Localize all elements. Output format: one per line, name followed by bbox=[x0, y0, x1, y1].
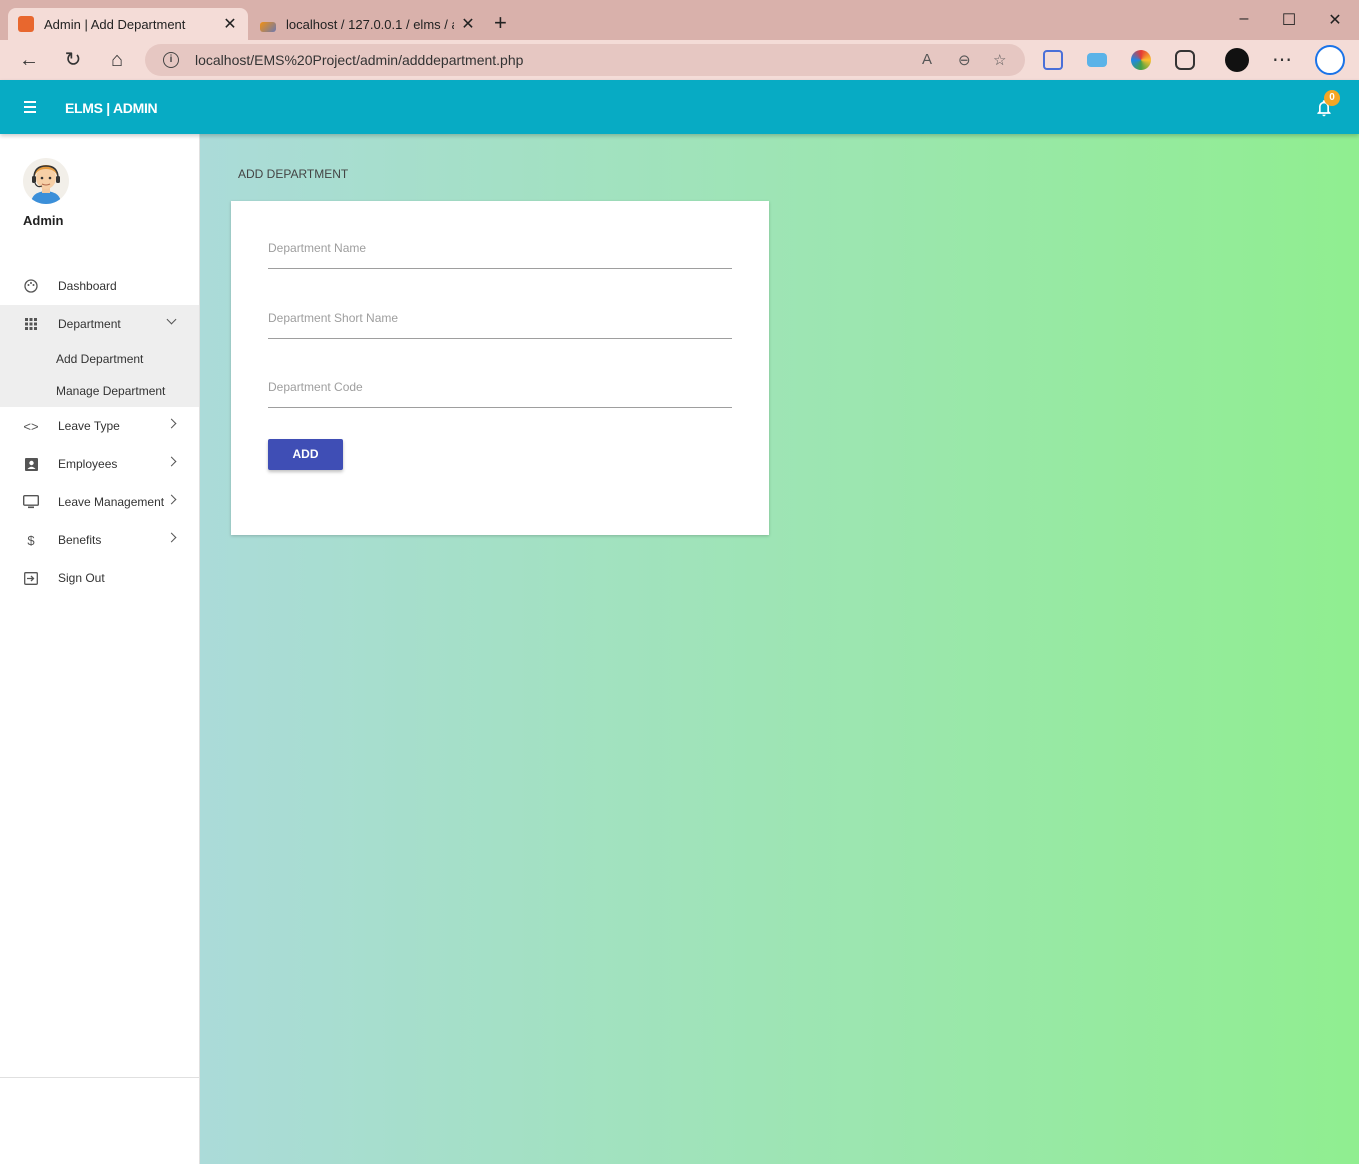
department-code-field[interactable]: Department Code bbox=[268, 372, 732, 408]
more-icon[interactable]: ⋯ bbox=[1268, 48, 1296, 72]
sidebar-subitem-add-department[interactable]: Add Department bbox=[0, 343, 199, 375]
close-tab-icon[interactable]: ✕ bbox=[460, 14, 476, 34]
phpmyadmin-favicon-icon bbox=[260, 22, 276, 32]
sidebar-item-label: Sign Out bbox=[58, 571, 105, 585]
reload-icon[interactable]: ↻ bbox=[59, 48, 87, 72]
color-extension-icon[interactable] bbox=[1131, 50, 1151, 70]
user-name: Admin bbox=[23, 213, 64, 228]
desktop-icon bbox=[22, 493, 40, 511]
maximize-icon[interactable]: ☐ bbox=[1274, 10, 1304, 30]
department-short-name-field[interactable]: Department Short Name bbox=[268, 303, 732, 339]
sidebar-item-label: Dashboard bbox=[58, 279, 117, 293]
tab-title: Admin | Add Department bbox=[44, 16, 186, 32]
apps-grid-icon bbox=[22, 315, 40, 333]
browser-tab-bar: Admin | Add Department ✕ localhost / 127… bbox=[0, 0, 1359, 40]
browser-toolbar: ← ↻ ⌂ i localhost/EMS%20Project/admin/ad… bbox=[0, 40, 1359, 80]
chevron-right-icon bbox=[166, 494, 177, 505]
xampp-favicon-icon bbox=[18, 16, 34, 32]
sidebar-item-label: Benefits bbox=[58, 533, 102, 547]
close-tab-icon[interactable]: ✕ bbox=[222, 14, 238, 34]
notification-badge: 0 bbox=[1324, 90, 1340, 106]
folder-icon[interactable] bbox=[1087, 53, 1107, 67]
read-aloud-icon[interactable]: A bbox=[922, 51, 932, 68]
department-short-name-input[interactable] bbox=[268, 303, 732, 338]
sidebar-footer-divider bbox=[0, 1077, 199, 1078]
sidebar-item-benefits[interactable]: $ Benefits bbox=[0, 521, 199, 559]
back-icon[interactable]: ← bbox=[15, 48, 43, 72]
zoom-icon[interactable]: ⊖ bbox=[958, 51, 971, 69]
sidebar-item-employees[interactable]: Employees bbox=[0, 445, 199, 483]
sidebar-item-sign-out[interactable]: Sign Out bbox=[0, 559, 199, 597]
browser-tab-active[interactable]: Admin | Add Department ✕ bbox=[8, 8, 248, 40]
sidebar-item-label: Leave Management bbox=[58, 495, 165, 509]
profile-extension-icon[interactable] bbox=[1225, 48, 1249, 72]
close-window-icon[interactable]: ✕ bbox=[1320, 10, 1350, 30]
favorite-icon[interactable]: ☆ bbox=[993, 51, 1006, 69]
new-tab-icon[interactable]: + bbox=[494, 12, 507, 34]
page-title: ADD DEPARTMENT bbox=[238, 167, 349, 181]
sidebar-item-label: Department bbox=[58, 317, 121, 331]
extensions-icon[interactable] bbox=[1175, 50, 1195, 70]
add-department-form: Department Name Department Short Name De… bbox=[231, 201, 769, 535]
sidebar-item-dashboard[interactable]: Dashboard bbox=[0, 267, 199, 305]
sidebar-menu: Dashboard Department Add Department Mana… bbox=[0, 267, 199, 597]
department-submenu: Add Department Manage Department bbox=[0, 343, 199, 407]
minimize-icon[interactable]: – bbox=[1229, 10, 1259, 28]
avatar bbox=[23, 158, 69, 204]
dollar-icon: $ bbox=[27, 532, 35, 548]
chevron-right-icon bbox=[166, 532, 177, 543]
sidebar-item-label: Leave Type bbox=[58, 419, 120, 433]
sidebar: Admin Dashboard Department Add Departmen… bbox=[0, 134, 200, 1164]
menu-icon[interactable] bbox=[24, 101, 36, 113]
url-text: localhost/EMS%20Project/admin/adddepartm… bbox=[195, 52, 524, 68]
department-name-field[interactable]: Department Name bbox=[268, 233, 732, 269]
sidebar-item-leave-type[interactable]: <> Leave Type bbox=[0, 407, 199, 445]
code-icon: <> bbox=[23, 418, 39, 434]
collections-icon[interactable] bbox=[1043, 50, 1063, 70]
palette-icon bbox=[22, 277, 40, 295]
sidebar-item-leave-management[interactable]: Leave Management bbox=[0, 483, 199, 521]
site-info-icon[interactable]: i bbox=[163, 52, 179, 68]
chevron-right-icon bbox=[166, 456, 177, 467]
app-header: ELMS | ADMIN bbox=[0, 80, 1359, 134]
chevron-down-icon bbox=[166, 314, 177, 325]
home-icon[interactable]: ⌂ bbox=[103, 48, 131, 72]
sign-out-icon bbox=[22, 569, 40, 587]
sidebar-subitem-manage-department[interactable]: Manage Department bbox=[0, 375, 199, 407]
contact-card-icon bbox=[22, 455, 40, 473]
bing-icon[interactable] bbox=[1315, 45, 1345, 75]
address-bar[interactable]: i localhost/EMS%20Project/admin/adddepar… bbox=[145, 44, 1025, 76]
main-content: ADD DEPARTMENT Department Name Departmen… bbox=[200, 134, 1359, 1164]
department-name-input[interactable] bbox=[268, 233, 732, 268]
chevron-right-icon bbox=[166, 418, 177, 429]
browser-tab-inactive[interactable]: localhost / 127.0.0.1 / elms / adm ✕ bbox=[250, 8, 486, 40]
user-avatar-icon bbox=[31, 165, 61, 204]
brand-title[interactable]: ELMS | ADMIN bbox=[65, 100, 158, 116]
sidebar-item-department[interactable]: Department bbox=[0, 305, 199, 343]
tab-title: localhost / 127.0.0.1 / elms / adm bbox=[286, 16, 454, 32]
sidebar-item-label: Employees bbox=[58, 457, 118, 471]
department-code-input[interactable] bbox=[268, 372, 732, 407]
add-button[interactable]: ADD bbox=[268, 439, 343, 470]
